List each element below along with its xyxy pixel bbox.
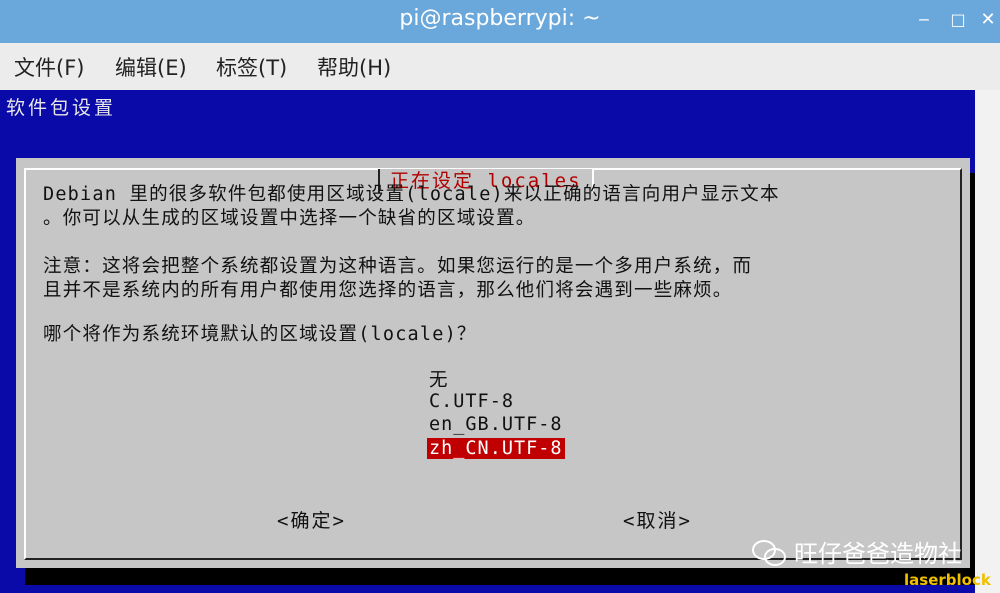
- ok-button[interactable]: <确定>: [277, 506, 346, 533]
- dialog-question: 哪个将作为系统环境默认的区域设置(locale)？: [43, 324, 477, 345]
- option-en-gb-utf8[interactable]: en_GB.UTF-8: [427, 414, 565, 435]
- option-zh-cn-utf8[interactable]: zh_CN.UTF-8: [427, 438, 565, 459]
- watermark: 旺仔爸爸造物社: [752, 534, 962, 569]
- menu-file[interactable]: 文件(F): [14, 52, 84, 82]
- background-title: 软件包设置: [6, 97, 117, 119]
- menu-help[interactable]: 帮助(H): [317, 52, 391, 82]
- close-icon[interactable]: ✕: [978, 10, 998, 30]
- terminal-area[interactable]: 软件包设置 正在设定 locales Debian 里的很多软件包都使用区域设置…: [0, 90, 975, 593]
- window-title: pi@raspberrypi: ~: [399, 6, 601, 31]
- dialog-text-line: 。你可以从生成的区域设置中选择一个缺省的区域设置。: [43, 208, 536, 229]
- dialog-text-line: 且并不是系统内的所有用户都使用您选择的语言，那么他们将会遇到一些麻烦。: [43, 280, 733, 301]
- option-c-utf8[interactable]: C.UTF-8: [427, 391, 516, 412]
- option-none[interactable]: 无: [427, 366, 451, 392]
- minimize-icon[interactable]: ‒: [914, 10, 934, 30]
- menu-edit[interactable]: 编辑(E): [115, 52, 187, 82]
- maximize-icon[interactable]: □: [948, 10, 968, 30]
- cancel-button[interactable]: <取消>: [623, 506, 692, 533]
- locale-dialog: 正在设定 locales Debian 里的很多软件包都使用区域设置(local…: [16, 158, 970, 568]
- watermark-tag: laserblock: [904, 571, 991, 589]
- window-titlebar: pi@raspberrypi: ~ ‒ □ ✕: [0, 0, 1000, 43]
- menu-tabs[interactable]: 标签(T): [216, 52, 287, 82]
- watermark-text: 旺仔爸爸造物社: [794, 540, 962, 568]
- dialog-text-line: 注意：这将会把整个系统都设置为这种语言。如果您运行的是一个多用户系统，而: [43, 256, 753, 277]
- menu-bar: 文件(F) 编辑(E) 标签(T) 帮助(H): [0, 43, 1000, 90]
- wechat-icon: [752, 538, 788, 566]
- dialog-text-line: Debian 里的很多软件包都使用区域设置(locale)来以正确的语言向用户显…: [43, 184, 780, 205]
- scrollbar[interactable]: [975, 90, 1000, 593]
